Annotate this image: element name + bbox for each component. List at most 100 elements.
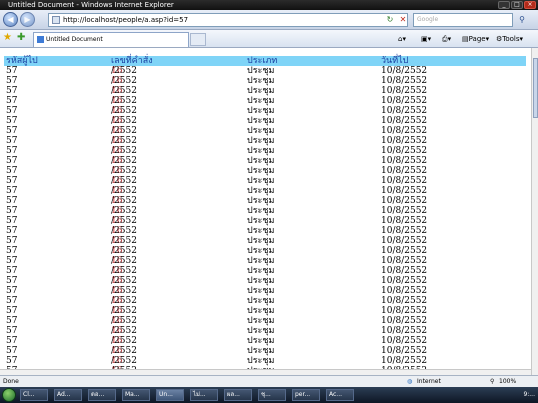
- cell-type: ประชุม: [247, 226, 275, 236]
- cell-order-year: /2552: [111, 76, 137, 86]
- tab-untitled-document[interactable]: Untitled Document: [33, 32, 189, 47]
- cell-person-id: 57: [6, 116, 18, 126]
- cell-order-year: /2552: [111, 156, 137, 166]
- status-text: Done: [3, 378, 19, 385]
- cell-order-year: /2552: [111, 176, 137, 186]
- cell-type: ประชุม: [247, 76, 275, 86]
- table-row: 5716/2552ประชุม10/8/2552: [4, 256, 526, 266]
- home-icon[interactable]: ⌂▾: [398, 33, 406, 45]
- cell-order-year: /2552: [111, 136, 137, 146]
- close-button[interactable]: ×: [524, 1, 536, 9]
- add-favorites-icon[interactable]: ✚: [17, 32, 25, 44]
- search-icon: ⚲: [519, 15, 525, 24]
- table-row: 5716/2552ประชุม10/8/2552: [4, 66, 526, 76]
- cell-date: 10/8/2552: [381, 336, 428, 346]
- tab-title: Untitled Document: [46, 36, 103, 43]
- favorites-star-icon[interactable]: ★: [3, 32, 12, 44]
- cell-person-id: 57: [6, 146, 18, 156]
- cell-type: ประชุม: [247, 166, 275, 176]
- cell-order-year: /2552: [111, 116, 137, 126]
- maximize-button[interactable]: □: [511, 1, 523, 9]
- taskbar-button[interactable]: ไม่...: [190, 389, 218, 401]
- cell-person-id: 57: [6, 236, 18, 246]
- cell-order-year: /2552: [111, 236, 137, 246]
- cell-type: ประชุม: [247, 186, 275, 196]
- cell-person-id: 57: [6, 206, 18, 216]
- cell-person-id: 57: [6, 106, 18, 116]
- page-icon: [52, 16, 60, 24]
- address-bar[interactable]: http://localhost/people/a.asp?id=57: [48, 13, 408, 27]
- header-type: ประเภท: [247, 56, 278, 66]
- cell-order-year: /2552: [111, 106, 137, 116]
- start-button[interactable]: [2, 388, 16, 402]
- taskbar-button[interactable]: Ma...: [122, 389, 150, 401]
- scrollbar-thumb[interactable]: [533, 58, 538, 118]
- cell-order-year: /2552: [111, 226, 137, 236]
- search-button[interactable]: ⚲: [516, 13, 528, 27]
- vertical-scrollbar[interactable]: [531, 48, 538, 375]
- cell-person-id: 57: [6, 266, 18, 276]
- page-menu-label: Page: [468, 35, 486, 43]
- cell-type: ประชุม: [247, 286, 275, 296]
- cell-person-id: 57: [6, 96, 18, 106]
- cell-person-id: 57: [6, 326, 18, 336]
- cell-type: ประชุม: [247, 196, 275, 206]
- cell-type: ประชุม: [247, 156, 275, 166]
- back-arrow-icon: ◀: [7, 15, 14, 24]
- taskbar-button[interactable]: ดอ...: [88, 389, 116, 401]
- taskbar-button[interactable]: per...: [292, 389, 320, 401]
- cell-type: ประชุม: [247, 246, 275, 256]
- system-tray: 9:...: [486, 388, 538, 402]
- cell-date: 10/8/2552: [381, 276, 428, 286]
- table-row: 5716/2552ประชุม10/8/2552: [4, 326, 526, 336]
- forward-button[interactable]: ▶: [20, 12, 35, 27]
- page-menu[interactable]: ▤Page▾: [462, 33, 489, 45]
- taskbar-button[interactable]: Cl...: [20, 389, 48, 401]
- taskbar-button[interactable]: ชุ...: [258, 389, 286, 401]
- window-titlebar: Untitled Document - Windows Internet Exp…: [0, 0, 538, 10]
- table-row: 5716/2552ประชุม10/8/2552: [4, 306, 526, 316]
- taskbar-button[interactable]: Ac...: [326, 389, 354, 401]
- cell-order-year: /2552: [111, 86, 137, 96]
- table-row: 5716/2552ประชุม10/8/2552: [4, 146, 526, 156]
- refresh-button[interactable]: ↻: [384, 13, 396, 27]
- zone-text: Internet: [417, 378, 441, 385]
- table-row: 5716/2552ประชุม10/8/2552: [4, 186, 526, 196]
- back-button[interactable]: ◀: [3, 12, 18, 27]
- cell-type: ประชุม: [247, 116, 275, 126]
- zoom-icon[interactable]: ⚲: [490, 376, 494, 387]
- clock: 9:...: [523, 391, 535, 398]
- new-tab-button[interactable]: [190, 33, 206, 46]
- cell-person-id: 57: [6, 316, 18, 326]
- feeds-icon[interactable]: ▣▾: [421, 33, 431, 45]
- cell-type: ประชุม: [247, 236, 275, 246]
- stop-button[interactable]: ✕: [397, 13, 409, 27]
- cell-order-year: /2552: [111, 296, 137, 306]
- print-icon[interactable]: ⎙▾: [442, 33, 451, 45]
- internet-zone-icon: ◍: [407, 378, 413, 385]
- table-row: 5716/2552ประชุม10/8/2552: [4, 226, 526, 236]
- cell-date: 10/8/2552: [381, 236, 428, 246]
- search-input[interactable]: Google: [413, 13, 513, 27]
- cell-date: 10/8/2552: [381, 326, 428, 336]
- cell-date: 10/8/2552: [381, 106, 428, 116]
- tools-menu[interactable]: ⚙Tools▾: [496, 33, 523, 45]
- cell-order-year: /2552: [111, 206, 137, 216]
- taskbar-button[interactable]: Un...: [156, 389, 184, 401]
- cell-date: 10/8/2552: [381, 346, 428, 356]
- table-row: 5716/2552ประชุม10/8/2552: [4, 276, 526, 286]
- minimize-button[interactable]: _: [498, 1, 510, 9]
- cell-date: 10/8/2552: [381, 166, 428, 176]
- cell-type: ประชุม: [247, 296, 275, 306]
- taskbar-button[interactable]: Ad...: [54, 389, 82, 401]
- cell-order-year: /2552: [111, 96, 137, 106]
- cell-type: ประชุม: [247, 176, 275, 186]
- zoom-level[interactable]: 100%: [499, 376, 516, 387]
- cell-order-year: /2552: [111, 146, 137, 156]
- cell-order-year: /2552: [111, 166, 137, 176]
- cell-date: 10/8/2552: [381, 146, 428, 156]
- table-row: 5716/2552ประชุม10/8/2552: [4, 336, 526, 346]
- taskbar-button[interactable]: ผล...: [224, 389, 252, 401]
- address-text[interactable]: http://localhost/people/a.asp?id=57: [63, 16, 188, 24]
- cell-order-year: /2552: [111, 286, 137, 296]
